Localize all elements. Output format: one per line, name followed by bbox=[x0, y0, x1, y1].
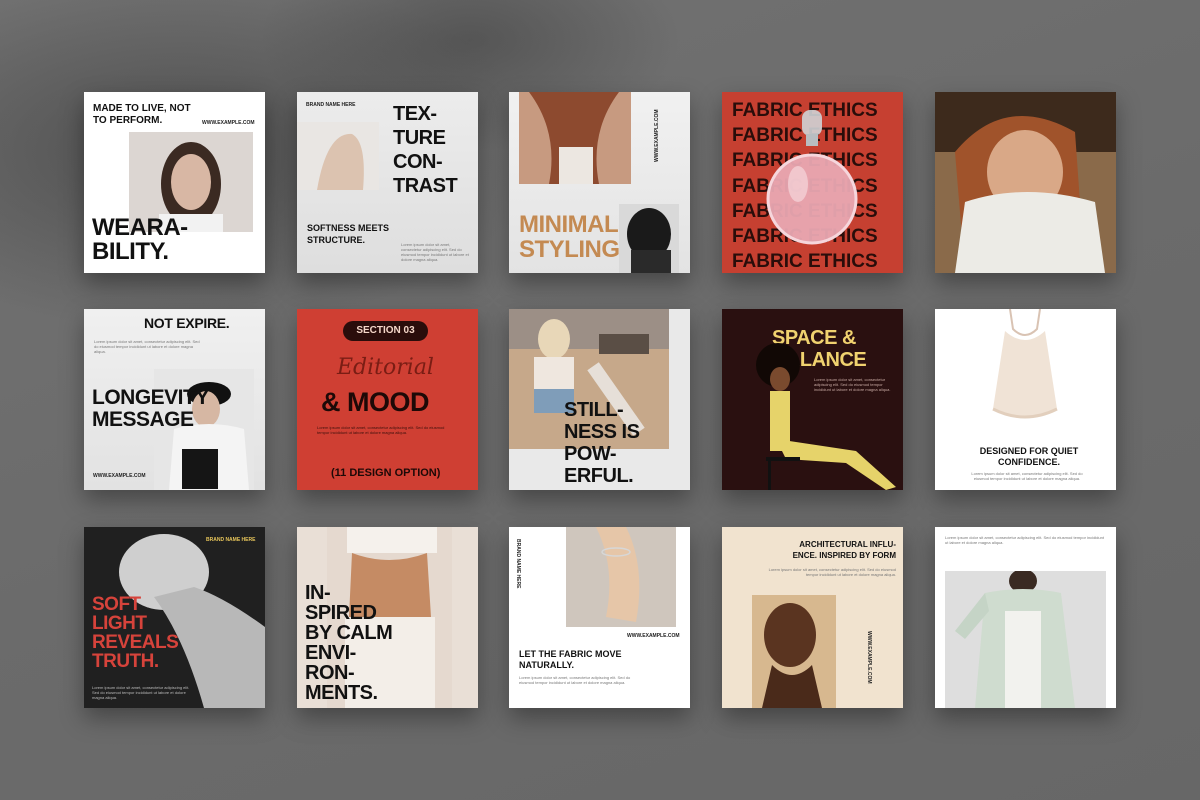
hand-bracelet-photo bbox=[566, 527, 676, 627]
card-big-text: LONGEVITY MESSAGE bbox=[92, 386, 209, 431]
card-soft-light[interactable]: BRAND NAME HERE SOFT LIGHT REVEALS TRUTH… bbox=[84, 527, 265, 708]
card-brand: BRAND NAME HERE bbox=[515, 539, 521, 589]
card-brand: BRAND NAME HERE bbox=[306, 102, 356, 108]
card-calm-environments[interactable]: IN- SPIRED BY CALM ENVI- RON- MENTS. bbox=[297, 527, 478, 708]
card-headline: ARCHITECTURAL INFLU- ENCE. INSPIRED BY F… bbox=[792, 540, 896, 560]
card-top-text: NOT EXPIRE. bbox=[144, 315, 230, 331]
card-wearability[interactable]: MADE TO LIVE, NOT TO PERFORM. WWW.EXAMPL… bbox=[84, 92, 265, 273]
card-body: Lorem ipsum dolor sit amet, consectetur … bbox=[317, 425, 445, 435]
card-footer: (11 DESIGN OPTION) bbox=[331, 467, 441, 479]
hair-photo bbox=[519, 92, 631, 184]
card-body: Lorem ipsum dolor sit amet, consectetur … bbox=[945, 535, 1104, 545]
card-url: WWW.EXAMPLE.COM bbox=[627, 633, 680, 639]
card-big-text: IN- SPIRED BY CALM ENVI- RON- MENTS. bbox=[305, 582, 393, 704]
card-body: Lorem ipsum dolor sit amet, consectetur … bbox=[971, 471, 1083, 481]
perfume-bottle-image bbox=[762, 104, 862, 264]
section-pill: SECTION 03 bbox=[343, 321, 428, 341]
back-photo bbox=[297, 122, 379, 190]
card-body: Lorem ipsum dolor sit amet, consectetur … bbox=[768, 567, 896, 577]
card-architectural[interactable]: ARCHITECTURAL INFLU- ENCE. INSPIRED BY F… bbox=[722, 527, 903, 708]
mint-shirt-photo bbox=[945, 571, 1106, 708]
card-editorial-mood[interactable]: SECTION 03 Editorial & MOOD Lorem ipsum … bbox=[297, 309, 478, 490]
card-space-balance[interactable]: SPACE & BALANCE Lorem ipsum dolor sit am… bbox=[722, 309, 903, 490]
card-url: WWW.EXAMPLE.COM bbox=[93, 473, 146, 479]
card-big-text: & MOOD bbox=[321, 387, 430, 417]
card-longevity[interactable]: NOT EXPIRE. Lorem ipsum dolor sit amet, … bbox=[84, 309, 265, 490]
card-caption: DESIGNED FOR QUIET CONFIDENCE. bbox=[979, 446, 1079, 467]
card-headline: MADE TO LIVE, NOT TO PERFORM. bbox=[93, 103, 191, 126]
card-big-text: WEARA- BILITY. bbox=[92, 214, 188, 265]
script-text: Editorial bbox=[337, 355, 434, 380]
card-lingerie[interactable]: DESIGNED FOR QUIET CONFIDENCE. Lorem ips… bbox=[935, 309, 1116, 490]
card-big-text: MINIMAL STYLING bbox=[519, 211, 620, 263]
card-texture-contrast[interactable]: BRAND NAME HERE TEX- TURE CON- TRAST SOF… bbox=[297, 92, 478, 273]
card-big-text: STILL- NESS IS POW- ERFUL. bbox=[564, 399, 640, 487]
seated-model-photo bbox=[736, 339, 903, 490]
card-big-text: TEX- TURE CON- TRAST bbox=[393, 103, 458, 197]
card-fabric-ethics[interactable]: FABRIC ETHICS FABRIC ETHICS FABRIC ETHIC… bbox=[722, 92, 903, 273]
card-body: Lorem ipsum dolor sit amet, consectetur … bbox=[94, 339, 200, 354]
dark-photo bbox=[619, 204, 679, 273]
card-caption: LET THE FABRIC MOVE NATURALLY. bbox=[519, 649, 622, 670]
card-url: WWW.EXAMPLE.COM bbox=[654, 109, 660, 163]
woman-photo bbox=[935, 92, 1116, 273]
card-stillness[interactable]: STILL- NESS IS POW- ERFUL. bbox=[509, 309, 690, 490]
card-body: Lorem ipsum dolor sit amet, consectetur … bbox=[519, 675, 631, 685]
card-fabric-move[interactable]: BRAND NAME HERE WWW.EXAMPLE.COM LET THE … bbox=[509, 527, 690, 708]
card-mint-shirt[interactable]: Lorem ipsum dolor sit amet, consectetur … bbox=[935, 527, 1116, 708]
card-url: WWW.EXAMPLE.COM bbox=[866, 631, 872, 684]
card-brand: BRAND NAME HERE bbox=[206, 537, 256, 543]
card-photo-woman[interactable] bbox=[935, 92, 1116, 273]
card-body: Lorem ipsum dolor sit amet, consectetur … bbox=[401, 242, 469, 262]
lace-dress-image bbox=[975, 309, 1075, 427]
card-big-text: SOFT LIGHT REVEALS TRUTH. bbox=[92, 594, 179, 672]
card-url: WWW.EXAMPLE.COM bbox=[202, 120, 255, 126]
face-photo bbox=[752, 595, 836, 708]
card-subtitle: SOFTNESS MEETS STRUCTURE. bbox=[307, 223, 390, 245]
card-body: Lorem ipsum dolor sit amet, consectetur … bbox=[92, 685, 190, 700]
card-minimal-styling[interactable]: WWW.EXAMPLE.COM MINIMAL STYLING bbox=[509, 92, 690, 273]
